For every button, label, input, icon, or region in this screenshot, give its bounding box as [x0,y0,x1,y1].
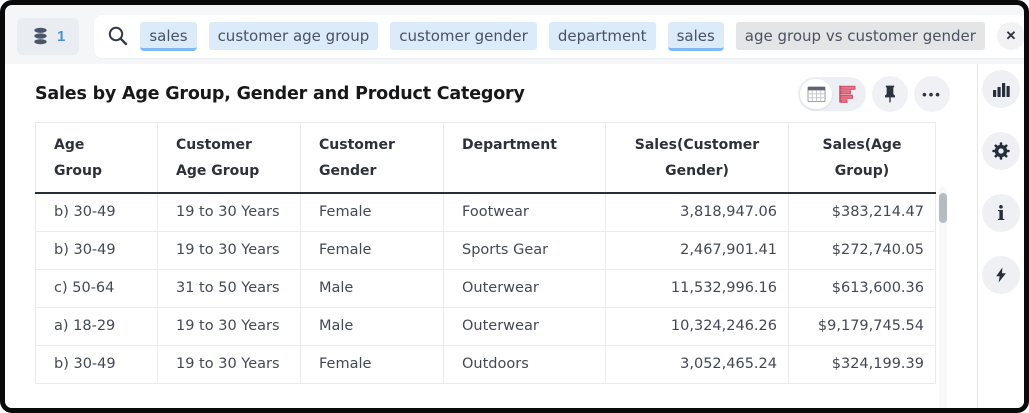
table-cell[interactable]: $9,179,745.54 [789,307,936,345]
pin-button[interactable] [872,76,908,112]
table-cell[interactable]: 10,324,246.26 [606,307,789,345]
datasource-count: 1 [57,28,65,45]
app-window: 1 sales customer age group customer gend… [0,0,1029,413]
table-cell[interactable]: Male [301,307,444,345]
table-cell[interactable]: Sports Gear [444,231,606,269]
pin-icon [880,84,900,104]
table-cell[interactable]: Footwear [444,193,606,231]
table-cell[interactable]: Outerwear [444,307,606,345]
table-cell[interactable]: $272,740.05 [789,231,936,269]
table-cell[interactable]: c) 50-64 [36,269,158,307]
ellipsis-icon: ••• [922,87,942,102]
results-table: Age Group Customer Age Group Customer Ge… [35,122,936,384]
table-row: c) 50-64 31 to 50 Years Male Outerwear 1… [36,269,936,307]
table-cell[interactable]: $324,199.39 [789,345,936,383]
close-icon: ✕ [1005,28,1016,44]
results-table-container: Age Group Customer Age Group Customer Ge… [35,122,977,384]
table-cell[interactable]: 3,052,465.24 [606,345,789,383]
search-bar[interactable]: sales customer age group customer gender… [94,15,1029,58]
column-header[interactable]: Customer Age Group [158,123,301,194]
database-icon [31,26,50,46]
scrollbar-thumb[interactable] [939,193,947,223]
answer-panel: Sales by Age Group, Gender and Product C… [5,64,1024,413]
table-cell[interactable]: b) 30-49 [36,345,158,383]
answer-main: Sales by Age Group, Gender and Product C… [5,64,977,413]
answer-title: Sales by Age Group, Gender and Product C… [35,84,525,104]
more-options-button[interactable]: ••• [914,76,950,112]
search-token[interactable]: department [549,22,656,50]
table-cell[interactable]: b) 30-49 [36,231,158,269]
lightning-icon [992,265,1010,285]
table-row: b) 30-49 19 to 30 Years Female Footwear … [36,193,936,231]
search-icon [107,25,129,47]
settings-button[interactable] [982,132,1020,170]
datasource-selector[interactable]: 1 [17,18,79,55]
table-cell[interactable]: 3,818,947.06 [606,193,789,231]
info-icon: i [997,203,1005,223]
table-cell[interactable]: 2,467,901.41 [606,231,789,269]
info-button[interactable]: i [982,194,1020,232]
search-token[interactable]: customer age group [209,22,379,50]
right-icon-rail: i [977,64,1024,413]
gear-icon [990,140,1012,162]
search-token[interactable]: age group vs customer gender [736,22,985,50]
table-cell[interactable]: $383,214.47 [789,193,936,231]
answer-header: Sales by Age Group, Gender and Product C… [35,64,977,122]
table-cell[interactable]: Female [301,345,444,383]
table-cell[interactable]: 19 to 30 Years [158,231,301,269]
column-header[interactable]: Sales(Customer Gender) [606,123,789,194]
table-cell[interactable]: 19 to 30 Years [158,345,301,383]
column-header[interactable]: Sales(Age Group) [789,123,936,194]
search-topbar: 1 sales customer age group customer gend… [5,5,1024,59]
column-header[interactable]: Customer Gender [301,123,444,194]
table-cell[interactable]: $613,600.36 [789,269,936,307]
table-row: a) 18-29 19 to 30 Years Male Outerwear 1… [36,307,936,345]
answer-toolbar: ••• [798,76,950,112]
column-chart-icon [991,79,1011,99]
search-token[interactable]: customer gender [390,22,537,50]
display-mode-toggle [798,77,866,111]
search-token[interactable]: sales [668,22,724,51]
table-header-row: Age Group Customer Age Group Customer Ge… [36,123,936,194]
chart-options-button[interactable] [982,70,1020,108]
search-token[interactable]: sales [140,22,196,51]
table-scrollbar[interactable] [939,187,947,413]
table-cell[interactable]: Male [301,269,444,307]
table-row: b) 30-49 19 to 30 Years Female Outdoors … [36,345,936,383]
table-icon [807,86,826,103]
table-view-button[interactable] [800,79,832,109]
table-cell[interactable]: 19 to 30 Years [158,307,301,345]
insights-button[interactable] [982,256,1020,294]
table-cell[interactable]: 31 to 50 Years [158,269,301,307]
table-row: b) 30-49 19 to 30 Years Female Sports Ge… [36,231,936,269]
chart-view-button[interactable] [832,79,864,109]
table-cell[interactable]: Female [301,193,444,231]
table-cell[interactable]: 19 to 30 Years [158,193,301,231]
table-cell[interactable]: Female [301,231,444,269]
search-clear-button[interactable]: ✕ [997,22,1025,50]
column-header[interactable]: Department [444,123,606,194]
table-cell[interactable]: a) 18-29 [36,307,158,345]
bar-chart-icon [838,85,858,103]
table-cell[interactable]: Outerwear [444,269,606,307]
table-cell[interactable]: 11,532,996.16 [606,269,789,307]
table-cell[interactable]: b) 30-49 [36,193,158,231]
table-cell[interactable]: Outdoors [444,345,606,383]
column-header[interactable]: Age Group [36,123,158,194]
